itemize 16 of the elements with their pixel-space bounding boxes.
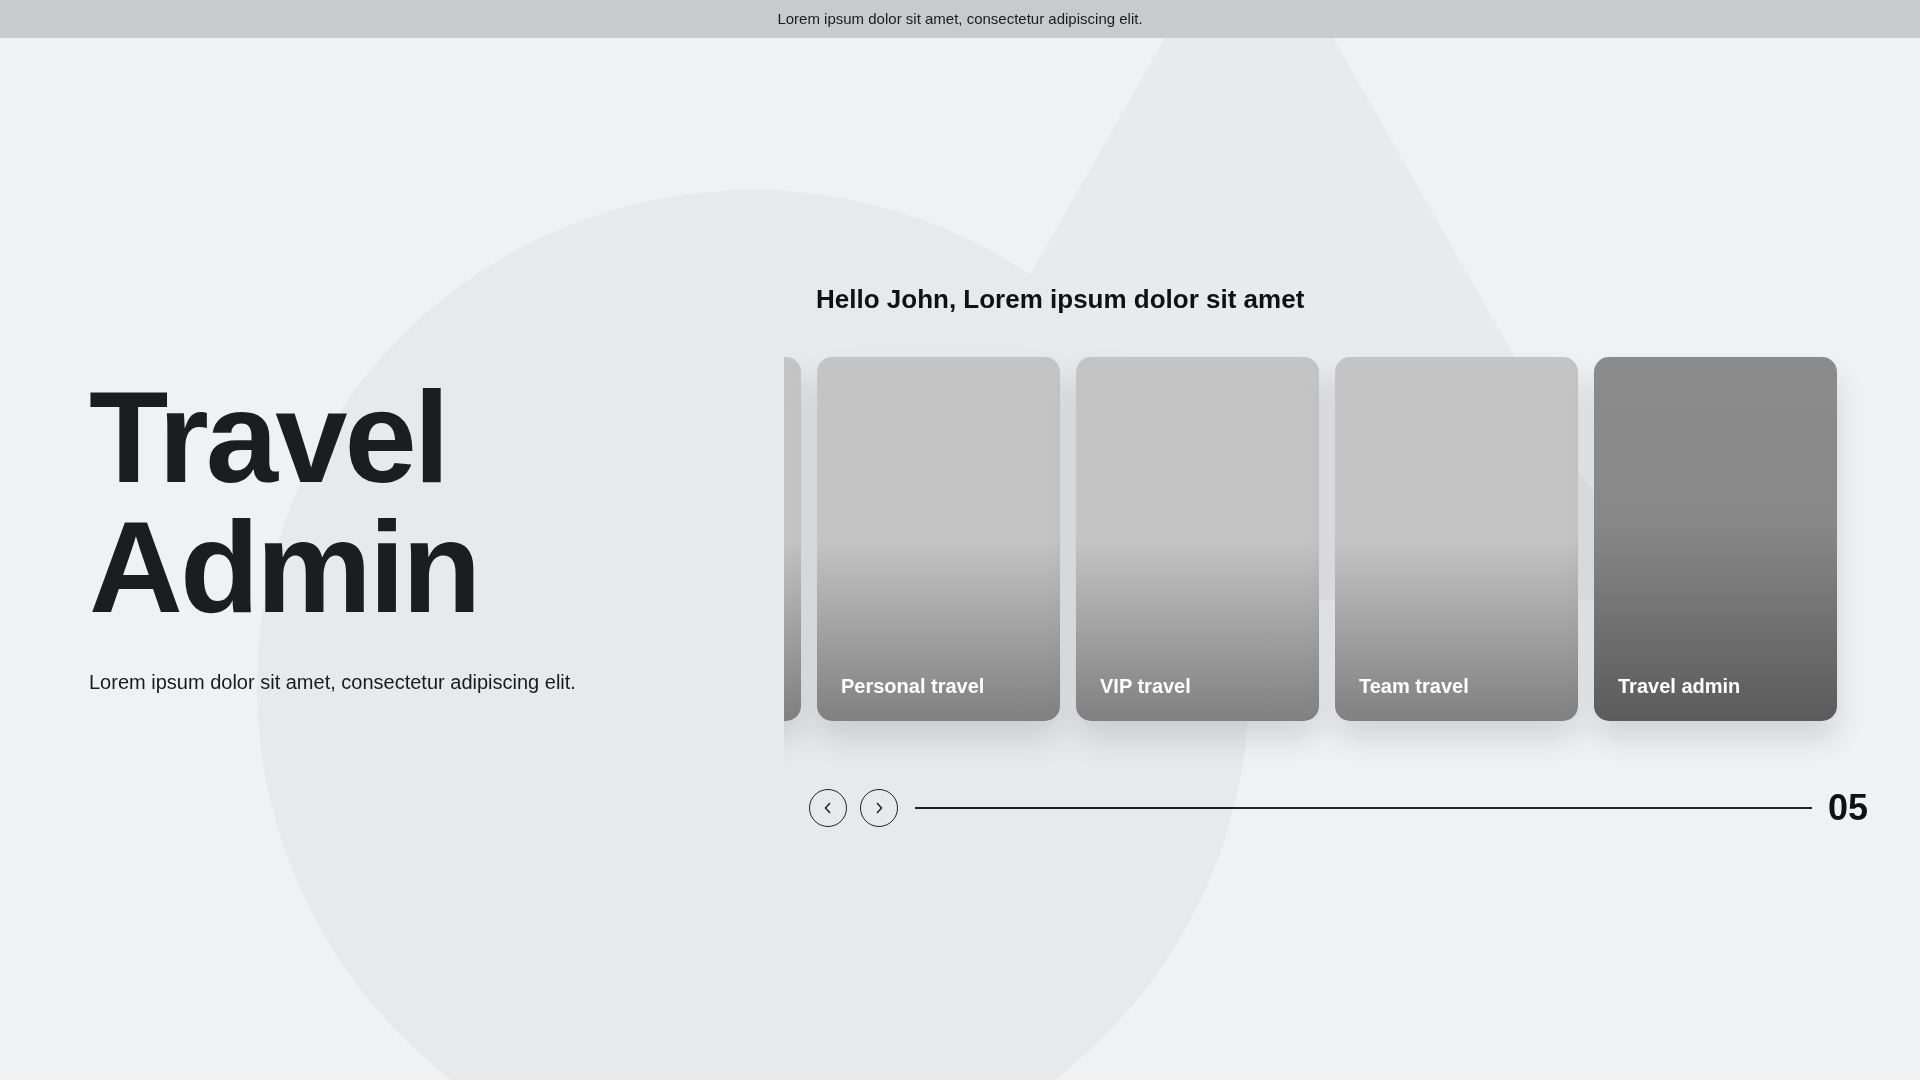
- hero-title: Admin: [89, 502, 480, 632]
- greeting-heading: Hello John, Lorem ipsum dolor sit amet: [816, 284, 1305, 314]
- page-counter: 05: [1827, 788, 1868, 828]
- card-label: Team travel: [1359, 674, 1469, 699]
- travel-card[interactable]: Travel admin: [1594, 357, 1837, 721]
- chevron-left-icon: [824, 802, 832, 814]
- hero-subtitle: Lorem ipsum dolor sit amet, consectetur adipiscing elit.: [89, 670, 577, 695]
- card-label: VIP travel: [1100, 674, 1191, 699]
- card-label: Travel admin: [1618, 674, 1741, 699]
- chevron-right-icon: [875, 802, 883, 814]
- travel-card[interactable]: VIP travel: [1076, 357, 1319, 721]
- hero-title: Travel: [89, 372, 448, 502]
- banner-text: Lorem ipsum dolor sit amet, consectetur adipiscing elit.: [777, 8, 1143, 29]
- card-label: Personal travel: [841, 674, 985, 699]
- travel-card[interactable]: Personal travel: [817, 357, 1060, 721]
- travel-card[interactable]: Team travel: [1335, 357, 1578, 721]
